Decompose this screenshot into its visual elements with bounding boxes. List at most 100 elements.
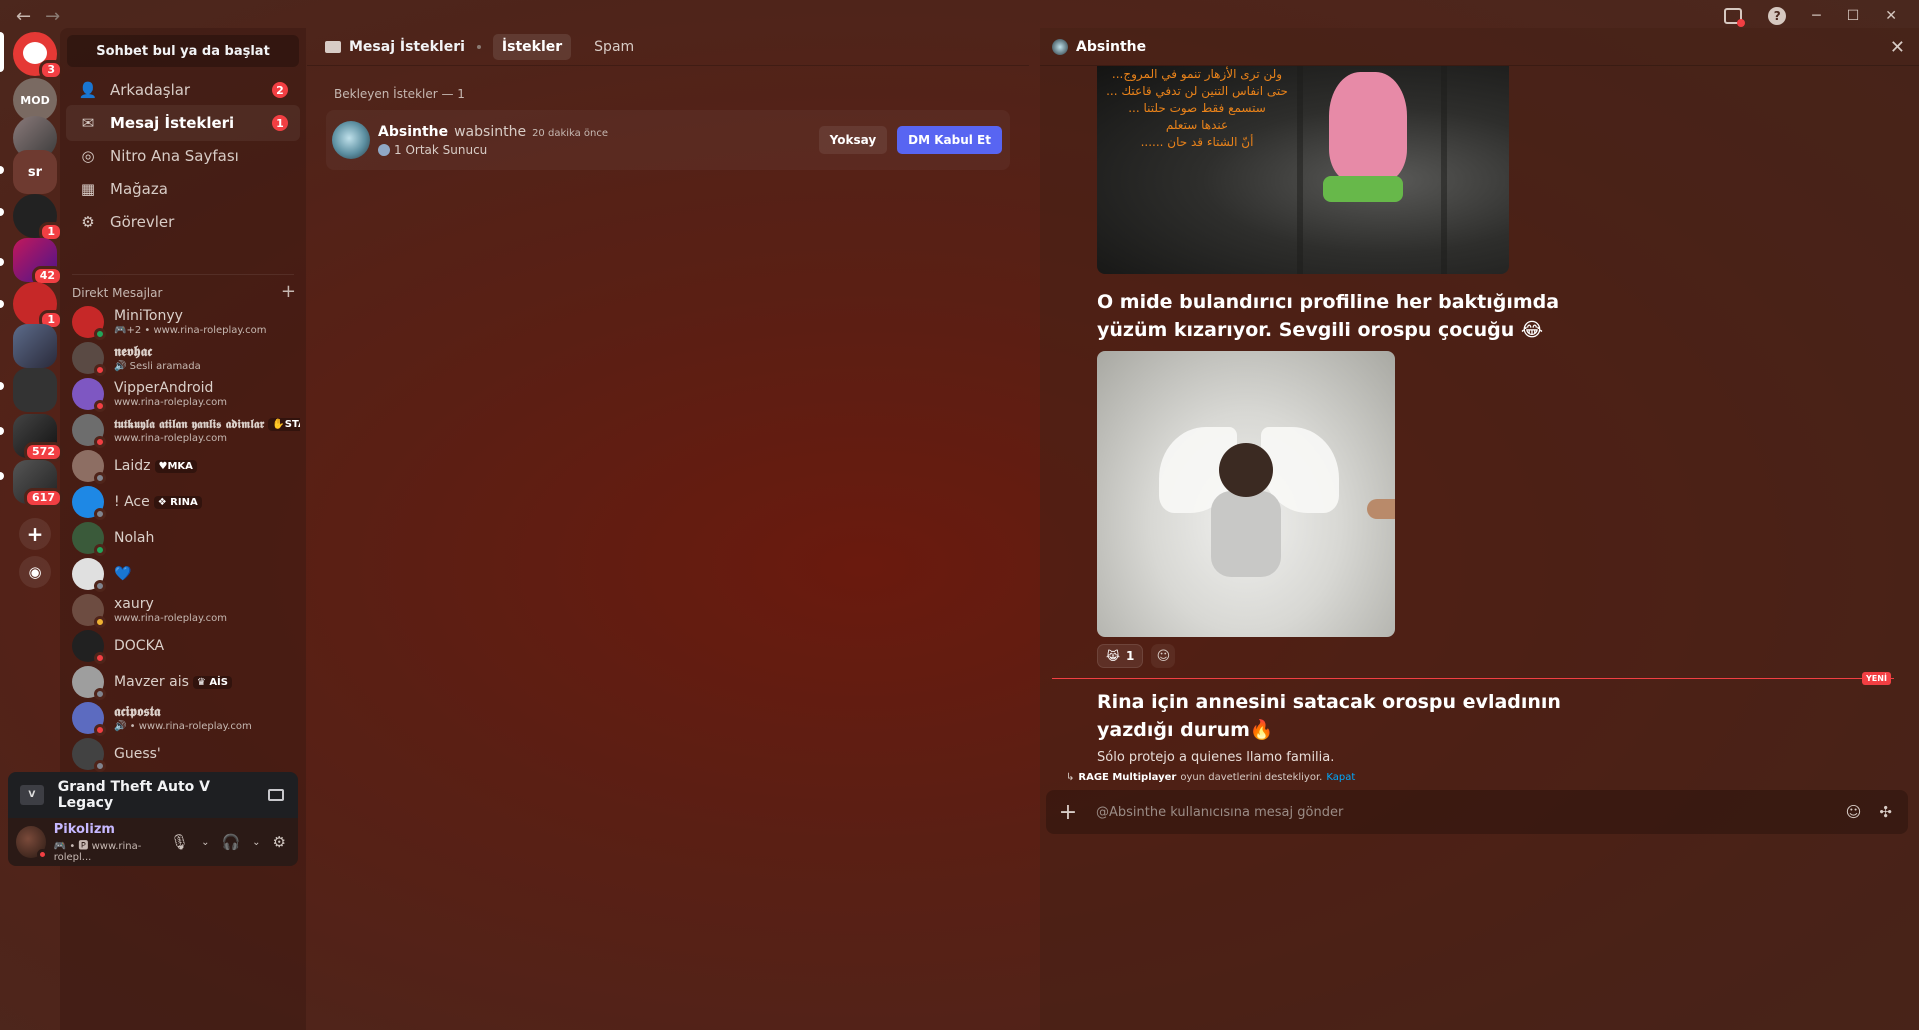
server-badge: 572 — [24, 442, 63, 462]
meme-image-throne[interactable]: ولن ترى الأزهار تنمو في المروج... حتى ان… — [1097, 66, 1509, 274]
dm-item[interactable]: Laidz ♥MKA — [66, 448, 300, 484]
requests-header: Mesaj İstekleri İstekler Spam — [307, 28, 1029, 66]
message-composer[interactable]: + @Absinthe kullanıcısına mesaj gönder ☺… — [1046, 790, 1908, 834]
status-indicator — [36, 849, 48, 860]
meme-caption-line: ولن ترى الأزهار تنمو في المروج... — [1111, 67, 1283, 81]
screen-share-icon[interactable] — [268, 789, 284, 801]
server-folder-2[interactable] — [13, 324, 57, 368]
server-sr[interactable]: sr — [13, 150, 57, 194]
avatar[interactable] — [16, 826, 48, 860]
dm-preview-panel: Absinthe ✕ ولن ترى الأزهار تنمو في المرو… — [1040, 28, 1919, 1030]
reaction-button[interactable]: 😹 1 — [1097, 644, 1144, 668]
dm-item[interactable]: Guess' — [66, 736, 300, 772]
server-folder-3[interactable] — [13, 368, 57, 412]
add-server-icon[interactable]: + — [19, 518, 51, 550]
attach-plus-icon[interactable]: + — [1046, 800, 1090, 825]
status-indicator — [94, 652, 106, 664]
server-tag: ♛ AİS — [192, 675, 232, 689]
dm-item[interactable]: VipperAndroid www.rina-roleplay.com — [66, 376, 300, 412]
server-folder-5[interactable]: 617 — [13, 460, 63, 508]
nav-quests[interactable]: ⚙ Görevler — [66, 204, 300, 240]
nav-nitro[interactable]: ◎ Nitro Ana Sayfası — [66, 138, 300, 174]
close-window-icon[interactable]: ✕ — [1885, 8, 1897, 24]
dm-status: 🔊 Sesli aramada — [114, 361, 201, 372]
ignore-button[interactable]: Yoksay — [818, 126, 888, 154]
username[interactable]: Pikolizm — [54, 822, 170, 837]
add-reaction-icon[interactable]: ☺ — [1151, 644, 1176, 668]
notice-text: oyun davetlerini destekliyor. — [1180, 772, 1323, 783]
tab-requests[interactable]: İstekler — [492, 33, 572, 60]
dm-item[interactable]: Mavzer ais ♛ AİS — [66, 664, 300, 700]
emoji-icon[interactable]: ☺ — [1846, 803, 1862, 821]
server-5[interactable]: 1 — [13, 194, 63, 242]
server-folder-1[interactable]: 42 — [13, 238, 63, 286]
back-arrow-icon[interactable]: ← — [16, 6, 31, 27]
user-panel: Pikolizm 🎮 • 🅿 www.rina-rolepl... 🎙 ⌄ 🎧 … — [8, 818, 298, 866]
new-messages-divider — [1052, 678, 1894, 679]
requests-badge: 1 — [272, 115, 288, 131]
reactions-row: 😹 1 ☺ — [1097, 644, 1176, 668]
headphones-icon[interactable]: 🎧 — [221, 833, 240, 851]
request-timestamp: 20 dakika önce — [532, 127, 609, 139]
gear-icon[interactable]: ⚙ — [273, 833, 286, 851]
create-dm-icon[interactable]: + — [281, 283, 296, 301]
dm-preview-name: Absinthe — [1076, 38, 1147, 55]
activity-panel[interactable]: V Grand Theft Auto V Legacy — [8, 772, 298, 818]
meme-caption-line: عندها ستعلم — [1165, 118, 1229, 132]
dm-item[interactable]: 𝖓𝖊𝖛𝖍𝖆𝖈 🔊 Sesli aramada — [66, 340, 300, 376]
inbox-icon[interactable] — [1724, 8, 1746, 27]
avatar — [72, 306, 106, 340]
status-indicator — [94, 472, 106, 484]
request-card[interactable]: Absinthe wabsinthe 20 dakika önce 1 Orta… — [326, 110, 1010, 170]
forward-arrow-icon[interactable]: → — [45, 6, 60, 27]
avatar — [72, 450, 106, 484]
dm-item[interactable]: ! Ace ❖ RINA — [66, 484, 300, 520]
selected-pill — [0, 32, 4, 72]
nav-shop[interactable]: ▦ Mağaza — [66, 171, 300, 207]
status-indicator — [94, 364, 106, 376]
dm-name: Mavzer ais — [114, 674, 189, 690]
angel-body — [1211, 491, 1281, 577]
meme-caption-line: ستسمع فقط صوت حلتنا ... — [1128, 101, 1266, 115]
meme-image-angel[interactable] — [1097, 351, 1395, 637]
new-badge: YENİ — [1862, 672, 1891, 685]
home-dm-button[interactable]: 3 — [13, 32, 63, 80]
friends-badge: 2 — [272, 82, 288, 98]
dm-item[interactable]: 💙 — [66, 556, 300, 592]
avatar — [72, 342, 106, 376]
help-icon[interactable]: ? — [1768, 7, 1787, 25]
chevron-down-icon[interactable]: ⌄ — [252, 837, 260, 848]
minimize-icon[interactable]: ─ — [1812, 8, 1820, 24]
nav-nitro-label: Nitro Ana Sayfası — [110, 147, 239, 165]
find-conversation-button[interactable]: Sohbet bul ya da başlat — [67, 35, 299, 67]
reaching-hand — [1367, 499, 1395, 519]
dm-item[interactable]: Nolah — [66, 520, 300, 556]
request-display-name: Absinthe — [378, 123, 449, 140]
dm-item[interactable]: 𝖙𝖚𝖙𝖐𝖚𝖞𝖑𝖆 𝖆𝖙𝖎𝖑𝖆𝖓 𝖞𝖆𝖓𝖑𝖎𝖘 𝖆𝖉𝖎𝖒𝖑𝖆𝖗✋STAwww.ri… — [66, 412, 300, 448]
friends-icon: 👤 — [78, 81, 98, 99]
explore-icon[interactable]: ◉ — [19, 556, 51, 588]
close-icon[interactable]: ✕ — [1890, 37, 1905, 58]
dm-name: MiniTonyy — [114, 308, 183, 324]
accept-dm-button[interactable]: DM Kabul Et — [897, 126, 1002, 154]
notice-close-link[interactable]: Kapat — [1326, 772, 1355, 783]
dm-item[interactable]: MiniTonyy 🎮+2 • www.rina-roleplay.com — [66, 304, 300, 340]
nav-message-requests[interactable]: ✉ Mesaj İstekleri 1 — [66, 105, 300, 141]
status-indicator — [94, 328, 106, 340]
chevron-down-icon[interactable]: ⌄ — [201, 837, 209, 848]
dm-item[interactable]: DOCKA — [66, 628, 300, 664]
dm-status: 🎮+2 • www.rina-roleplay.com — [114, 325, 267, 336]
status-indicator — [94, 436, 106, 448]
maximize-icon[interactable]: ☐ — [1847, 8, 1860, 24]
microphone-icon[interactable]: 🎙 — [170, 833, 189, 851]
server-7[interactable]: 1 — [13, 282, 63, 330]
server-folder-4[interactable]: 572 — [13, 414, 63, 462]
dm-item[interactable]: xaury www.rina-roleplay.com — [66, 592, 300, 628]
apps-icon[interactable]: ✣ — [1879, 803, 1892, 821]
activity-notice: ↳ RAGE Multiplayer oyun davetlerini dest… — [1066, 772, 1355, 783]
dm-item[interactable]: 𝖆𝖈𝖎𝖕𝖔𝖘𝖙𝖆 🔊 • www.rina-roleplay.com — [66, 700, 300, 736]
tab-spam[interactable]: Spam — [585, 34, 643, 60]
nav-friends[interactable]: 👤 Arkadaşlar 2 — [66, 72, 300, 108]
mail-icon: ✉ — [81, 114, 95, 132]
server-badge: 617 — [24, 488, 63, 508]
